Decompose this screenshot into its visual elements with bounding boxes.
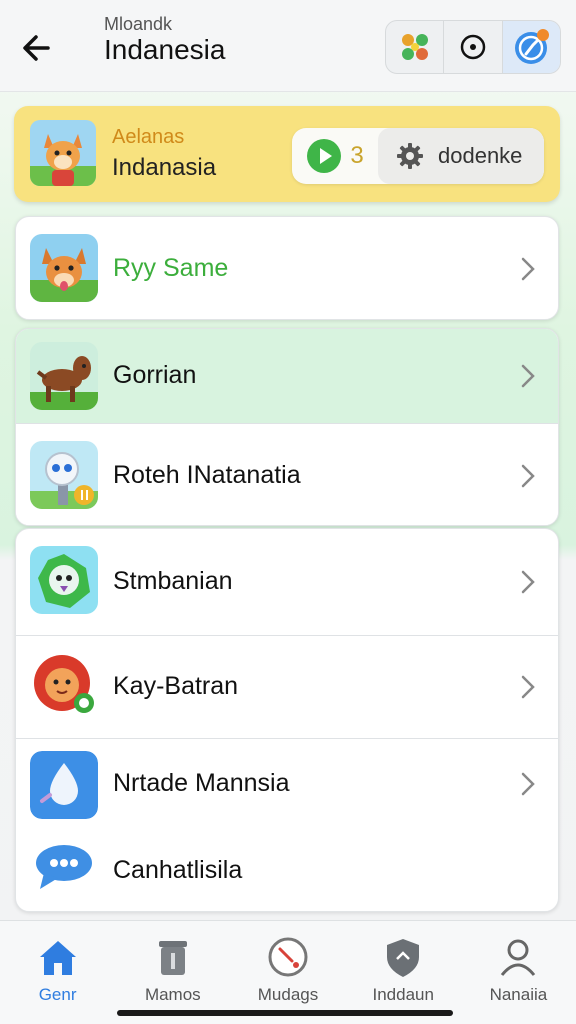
record-button[interactable] (444, 21, 503, 73)
play-icon (307, 139, 342, 173)
trash-icon (158, 941, 187, 975)
play-count: 3 (350, 142, 364, 169)
dog-avatar-icon (30, 234, 98, 302)
home-indicator[interactable] (117, 1010, 453, 1016)
page-title: Indanesia (104, 34, 226, 65)
header-action-group (385, 20, 561, 74)
chat-bubble-icon (30, 833, 98, 901)
banner-tag: Aelanas (112, 126, 185, 148)
chevron-right-icon (521, 464, 535, 488)
water-drop-icon (30, 751, 98, 819)
puzzle-button[interactable] (386, 21, 445, 73)
banner-title: Indanasia (112, 154, 217, 181)
list-item-label: Kay-Batran (113, 672, 239, 700)
nav-label: Mudags (257, 985, 319, 1004)
shield-icon (387, 939, 420, 977)
nav-item-home[interactable]: Genr (0, 921, 115, 1024)
nav-item-mamos[interactable]: Mamos (115, 921, 230, 1024)
list-item-label: Nrtade Mannsia (113, 769, 290, 797)
list-card: Gorrian Roteh INatanatia (15, 328, 559, 526)
chevron-right-icon (521, 364, 535, 388)
list-item-label: Roteh INatanatia (113, 461, 301, 489)
back-button[interactable] (18, 28, 58, 68)
nav-label: Genr (38, 985, 77, 1004)
home-icon (39, 941, 76, 975)
nav-item-inddaun[interactable]: Inddaun (346, 921, 461, 1024)
gear-icon (397, 143, 423, 169)
list-item[interactable]: Roteh INatanatia (16, 424, 558, 525)
user-icon (501, 939, 536, 976)
list-item[interactable]: Stmbanian (16, 529, 558, 635)
horse-icon (30, 342, 98, 410)
app-subtitle: Mloandk (104, 14, 173, 34)
nav-item-nanaiia[interactable]: Nanaiia (461, 921, 576, 1024)
nav-label: Mamos (144, 985, 201, 1004)
nav-label: Nanaiia (489, 985, 548, 1004)
chevron-right-icon (521, 772, 535, 796)
list-card: Ryy Same (15, 216, 559, 320)
bottom-navigation: Genr Mamos Mudags Inddaun Nanaiia (0, 920, 576, 1024)
featured-banner[interactable]: Aelanas Indanasia 3 dodenke (14, 106, 560, 202)
list-item-label: Ryy Same (113, 254, 229, 282)
compass-icon (515, 29, 550, 64)
list-item[interactable]: Ryy Same (16, 217, 558, 321)
lion-icon (30, 649, 98, 717)
compass-button[interactable] (502, 21, 560, 73)
list-item[interactable]: Canhatlisila (16, 829, 558, 911)
play-button[interactable]: 3 (292, 128, 378, 184)
chevron-right-icon (521, 570, 535, 594)
banner-controls: 3 dodenke (292, 128, 544, 184)
settings-button[interactable]: dodenke (378, 128, 544, 184)
list-item[interactable]: Nrtade Mannsia (16, 739, 558, 829)
nav-label: Inddaun (372, 985, 434, 1004)
list-item[interactable]: Kay-Batran (16, 636, 558, 738)
robot-icon (30, 441, 98, 509)
chevron-right-icon (521, 675, 535, 699)
list-item-label: Stmbanian (113, 567, 233, 595)
fox-character-icon (30, 120, 96, 186)
green-monster-icon (30, 546, 98, 614)
list-item-label: Canhatlisila (113, 856, 243, 884)
gauge-icon (268, 937, 308, 977)
list-item[interactable]: Gorrian (16, 329, 558, 423)
list-card: Stmbanian Kay-Batran Nrtade Mannsia Canh… (15, 528, 559, 912)
record-icon (460, 34, 486, 60)
list-item-label: Gorrian (113, 361, 197, 389)
settings-label: dodenke (438, 143, 523, 168)
back-arrow-icon (23, 35, 50, 61)
top-app-bar: Mloandk Indanesia (0, 0, 576, 92)
nav-item-mudags[interactable]: Mudags (230, 921, 345, 1024)
chevron-right-icon (521, 257, 535, 281)
puzzle-icon (401, 34, 428, 60)
